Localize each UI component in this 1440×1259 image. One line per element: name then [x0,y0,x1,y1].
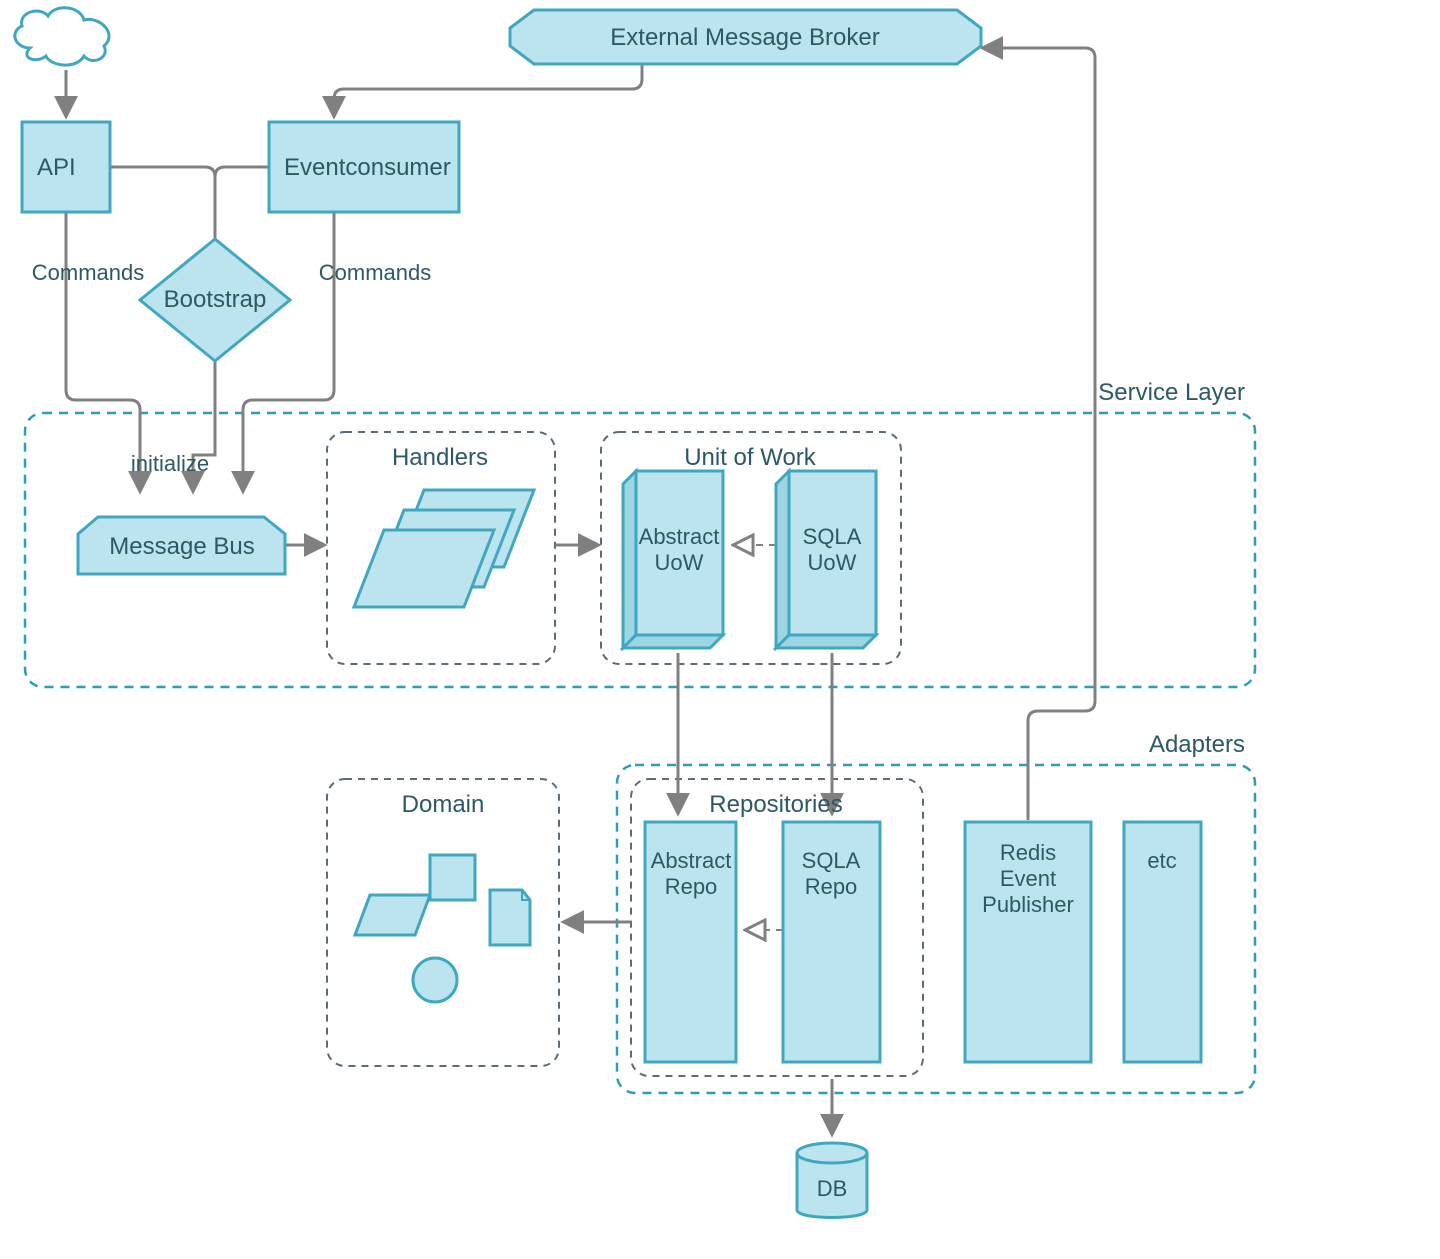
edge-eventconsumer-left [215,167,269,238]
edge-commands-left-label: Commands [32,260,144,285]
sqla-repo-label2: Repo [805,874,858,899]
sqla-uow-label1: SQLA [803,524,862,549]
redis-label3: Publisher [982,892,1074,917]
api-box: API [22,122,110,212]
repos-group-label: Repositories [709,791,842,818]
bootstrap-label: Bootstrap [164,286,267,313]
edge-commands-right-label: Commands [319,260,431,285]
edge-redis-broker [984,48,1095,820]
edge-api-messagebus [66,213,140,490]
etc-box: etc [1124,822,1201,1062]
handlers-label: Handlers [392,444,488,471]
etc-label: etc [1147,848,1176,873]
abstract-repo-box: Abstract Repo [645,822,736,1062]
abstract-uow-label1: Abstract [639,524,720,549]
db-cylinder: DB [797,1143,867,1218]
adapters-layer-label: Adapters [1149,731,1245,758]
uow-group-label: Unit of Work [684,444,817,471]
edge-initialize-label: initialize [131,451,209,476]
bootstrap-diamond: Bootstrap [140,239,290,361]
edge-api-right [110,167,215,238]
eventconsumer-label: Eventconsumer [284,154,451,181]
abstract-repo-label1: Abstract [651,848,732,873]
redis-label1: Redis [1000,840,1056,865]
db-label: DB [817,1176,848,1201]
domain-shapes [355,855,530,1002]
cloud-icon [15,8,109,65]
eventconsumer-box: Eventconsumer [269,122,459,212]
sqla-uow-label2: UoW [808,550,857,575]
broker-label: External Message Broker [610,24,879,51]
handlers-shape: Handlers [354,444,534,607]
redis-publisher-box: Redis Event Publisher [965,822,1091,1062]
sqla-repo-box: SQLA Repo [783,822,880,1062]
abstract-repo-label2: Repo [665,874,718,899]
api-label: API [37,154,76,181]
redis-label2: Event [1000,866,1056,891]
broker-box: External Message Broker [510,10,981,64]
edge-eventconsumer-messagebus [243,213,334,490]
messagebus-label: Message Bus [109,533,254,560]
sqla-repo-label1: SQLA [802,848,861,873]
service-layer-label: Service Layer [1098,379,1245,406]
abstract-uow-box: Abstract UoW [623,471,723,648]
sqla-uow-box: SQLA UoW [776,471,876,648]
abstract-uow-label2: UoW [655,550,704,575]
messagebus-box: Message Bus [78,517,285,574]
domain-label: Domain [402,791,485,818]
